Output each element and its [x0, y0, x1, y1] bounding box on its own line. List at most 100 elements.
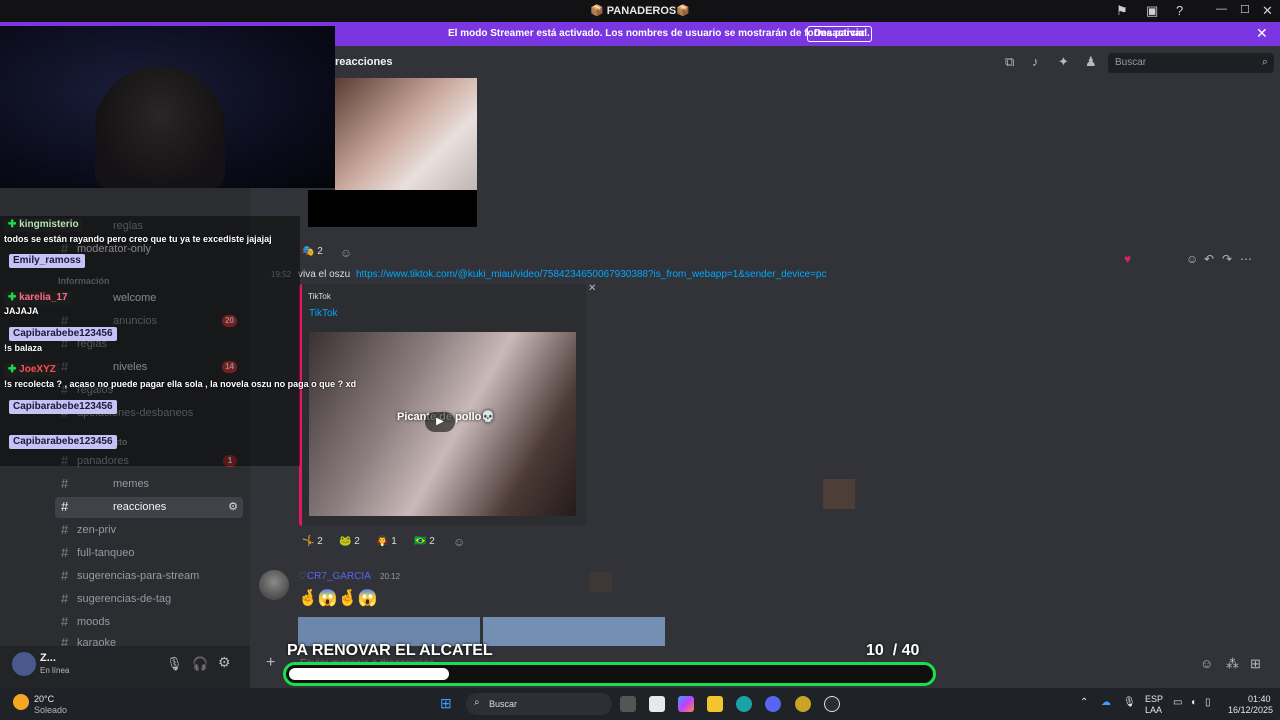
search-placeholder: Buscar [1115, 57, 1147, 68]
embed-title[interactable]: TikTok [309, 308, 338, 319]
headphones-icon[interactable]: 🎧 [192, 656, 208, 672]
user-status: En línea [40, 666, 70, 675]
sticker-image [590, 572, 612, 592]
channel-hash-icon: # [61, 614, 69, 629]
message-text: viva el oszu [298, 269, 351, 280]
tray-chevron-icon[interactable]: ⌃ [1080, 697, 1088, 708]
message-timestamp: 20:12 [380, 572, 401, 581]
weather-temp: 20°C [34, 694, 55, 704]
sticker-icon[interactable]: ⁂ [1226, 656, 1239, 672]
channel-karaoke[interactable]: # karaoke [55, 633, 243, 646]
reaction-emoji-icon: 🎭 [302, 246, 315, 257]
channel-full-tanqueo[interactable]: # full-tanqueo [55, 543, 243, 564]
file-explorer-icon[interactable] [707, 696, 723, 712]
apps-icon[interactable]: ⊞ [1250, 656, 1261, 672]
weather-desc: Soleado [34, 705, 68, 715]
channel-hash-icon: # [61, 499, 69, 514]
microphone-icon[interactable]: 🎙 [166, 656, 183, 672]
tiktok-link[interactable]: https://www.tiktok.com/@kuki_miau/video/… [356, 269, 826, 280]
close-banner-icon[interactable]: ✕ [1256, 25, 1268, 42]
gif-icon[interactable]: ☺ [1200, 656, 1213, 671]
add-reaction-icon[interactable]: ☺ [1186, 252, 1198, 266]
channel-memes[interactable]: # memes [55, 474, 243, 495]
tiktok-embed: TikTok TikTok Picante de pollo💀 ▶ [299, 284, 586, 526]
reaction-pill[interactable]: 🧛 1 [376, 536, 397, 552]
webcam-overlay [0, 26, 335, 188]
channel-zen-priv[interactable]: # zen-priv [55, 520, 243, 541]
disable-streamer-button[interactable]: Desactivar [807, 26, 872, 42]
app-icon[interactable] [795, 696, 811, 712]
message-image[interactable] [335, 78, 477, 190]
obs-icon[interactable] [824, 696, 840, 712]
volume-icon[interactable]: ◖ [1190, 697, 1196, 708]
pin-icon[interactable]: ✦ [1058, 54, 1069, 70]
play-icon[interactable]: ▶ [425, 412, 455, 432]
mod-icon: ✚ [8, 219, 17, 230]
user-settings-icon[interactable]: ⚙ [218, 654, 231, 671]
title-bar: 📦 PANADEROS📦 ⚑ ▣ ? — ☐ ✕ [0, 0, 1280, 22]
mic-icon[interactable]: 🎙 [1123, 697, 1136, 708]
lang-1[interactable]: ESP [1145, 694, 1163, 704]
chat-username: ✚ kingmisterio [4, 218, 83, 232]
add-reaction-icon[interactable]: ☺ [340, 246, 352, 260]
heart-reaction-icon[interactable]: ♥ [1124, 252, 1131, 266]
add-reaction-icon[interactable]: ☺ [453, 535, 465, 549]
reply-icon[interactable]: ↶ [1204, 252, 1214, 266]
channel-label: full-tanqueo [77, 547, 135, 559]
reaction-emoji-icon: 🐸 [339, 536, 352, 547]
channel-label: zen-priv [77, 524, 117, 536]
threads-icon[interactable]: ⧉ [1005, 54, 1014, 70]
reaction-pill[interactable]: 🎭 2 [302, 246, 323, 262]
channel-hash-icon: # [61, 591, 69, 606]
reaction-pill[interactable]: 🤸 2 [302, 536, 323, 552]
avatar[interactable] [12, 652, 36, 676]
taskbar-search[interactable]: ⌕ Buscar [466, 693, 612, 715]
inbox-icon[interactable]: ⚑ [1116, 3, 1128, 19]
help-icon[interactable]: ? [1176, 3, 1183, 18]
video-thumbnail[interactable]: Picante de pollo💀 ▶ [309, 332, 576, 516]
close-window-icon[interactable]: ✕ [1262, 3, 1273, 19]
more-options-icon[interactable]: ⋯ [1240, 252, 1252, 266]
member-list-icon[interactable]: ♟ [1085, 54, 1097, 70]
channel-moods[interactable]: # moods [55, 612, 243, 633]
channel-hash-icon: # [61, 545, 69, 560]
clock-time[interactable]: 01:40 [1248, 694, 1271, 704]
lang-2[interactable]: LAA [1145, 705, 1162, 715]
start-icon[interactable]: ⊞ [440, 695, 452, 712]
forward-icon[interactable]: ↷ [1222, 252, 1232, 266]
channel-sugerencias-de-tag[interactable]: # sugerencias-de-tag [55, 589, 243, 610]
close-embed-icon[interactable]: ✕ [588, 283, 596, 294]
edge-icon[interactable] [736, 696, 752, 712]
task-view-icon[interactable] [620, 696, 636, 712]
cloud-icon[interactable]: ☁ [1101, 697, 1111, 708]
message-image[interactable] [483, 617, 665, 646]
search-icon: ⌕ [1261, 56, 1268, 68]
chat-username: Emily_ramoss [9, 254, 85, 268]
battery-icon[interactable]: ▯ [1205, 697, 1211, 708]
message-author[interactable]: ♡CR7_GARCIA [298, 571, 371, 582]
embed-provider: TikTok [308, 292, 331, 301]
discord-icon[interactable] [765, 696, 781, 712]
network-icon[interactable]: ▭ [1173, 697, 1182, 708]
mod-icon: ✚ [8, 364, 17, 375]
chat-message: todos se están rayando pero creo que tu … [4, 234, 272, 244]
reaction-pill[interactable]: 🇧🇷 2 [414, 536, 435, 552]
chat-username: ✚ karelia_17 [4, 291, 72, 305]
copilot-icon[interactable] [678, 696, 694, 712]
notifications-muted-icon[interactable]: ♪ [1032, 54, 1039, 69]
chat-message: !s recolecta ? , acaso no puede pagar el… [4, 379, 357, 389]
weather-icon[interactable] [13, 694, 29, 710]
message-text: 🤞😱🤞😱 [298, 590, 378, 607]
channel-reacciones[interactable]: # reacciones ⚙ [55, 497, 243, 518]
search-input[interactable]: Buscar ⌕ [1108, 53, 1274, 73]
reaction-pill[interactable]: 🐸 2 [339, 536, 360, 552]
maximize-icon[interactable]: ☐ [1240, 3, 1250, 16]
window-icon[interactable]: ▣ [1146, 3, 1158, 19]
clock-date[interactable]: 16/12/2025 [1228, 705, 1273, 715]
avatar[interactable] [259, 570, 289, 600]
settings-icon[interactable]: ⚙ [228, 500, 238, 513]
minimize-icon[interactable]: — [1216, 3, 1227, 15]
add-attachment-icon[interactable]: + [266, 654, 275, 672]
channel-sugerencias-para-stream[interactable]: # sugerencias-para-stream [55, 566, 243, 587]
store-icon[interactable] [649, 696, 665, 712]
